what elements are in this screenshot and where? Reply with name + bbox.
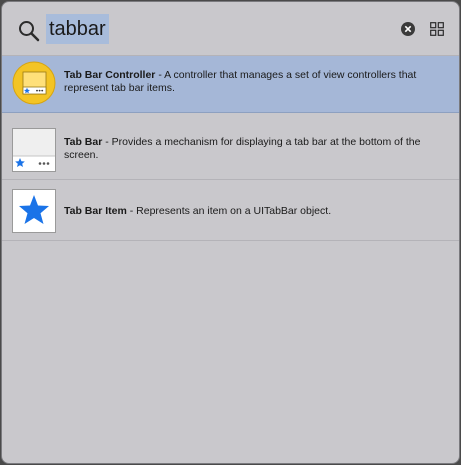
- result-title: Tab Bar: [64, 136, 103, 148]
- result-separator: -: [102, 136, 112, 148]
- result-title: Tab Bar Controller: [64, 69, 156, 81]
- result-separator: -: [126, 205, 137, 217]
- result-title: Tab Bar Item: [64, 205, 127, 217]
- result-summary: Provides a mechanism for displaying a ta…: [64, 136, 421, 161]
- search-input[interactable]: tabbar: [46, 14, 109, 44]
- result-summary: Represents an item on a UITabBar object.: [136, 205, 332, 217]
- result-description: Tab Bar Controller - A controller that m…: [64, 69, 444, 95]
- search-bar: tabbar: [2, 2, 459, 56]
- star-icon: [12, 189, 56, 233]
- result-item-tab-bar[interactable]: Tab Bar - Provides a mechanism for displ…: [2, 123, 459, 180]
- result-separator: -: [155, 69, 165, 81]
- result-item-tab-bar-controller[interactable]: Tab Bar Controller - A controller that m…: [2, 56, 459, 113]
- clear-icon[interactable]: [401, 22, 415, 36]
- result-description: Tab Bar Item - Represents an item on a U…: [64, 205, 444, 218]
- result-item-tab-bar-item[interactable]: Tab Bar Item - Represents an item on a U…: [2, 184, 459, 241]
- tab-bar-controller-icon: [12, 61, 56, 105]
- search-icon: [19, 21, 40, 42]
- result-description: Tab Bar - Provides a mechanism for displ…: [64, 136, 444, 162]
- tab-bar-icon: [12, 128, 56, 172]
- grid-view-icon[interactable]: [430, 22, 444, 36]
- object-library-panel: tabbar Tab Bar Controller - A controller…: [1, 1, 460, 464]
